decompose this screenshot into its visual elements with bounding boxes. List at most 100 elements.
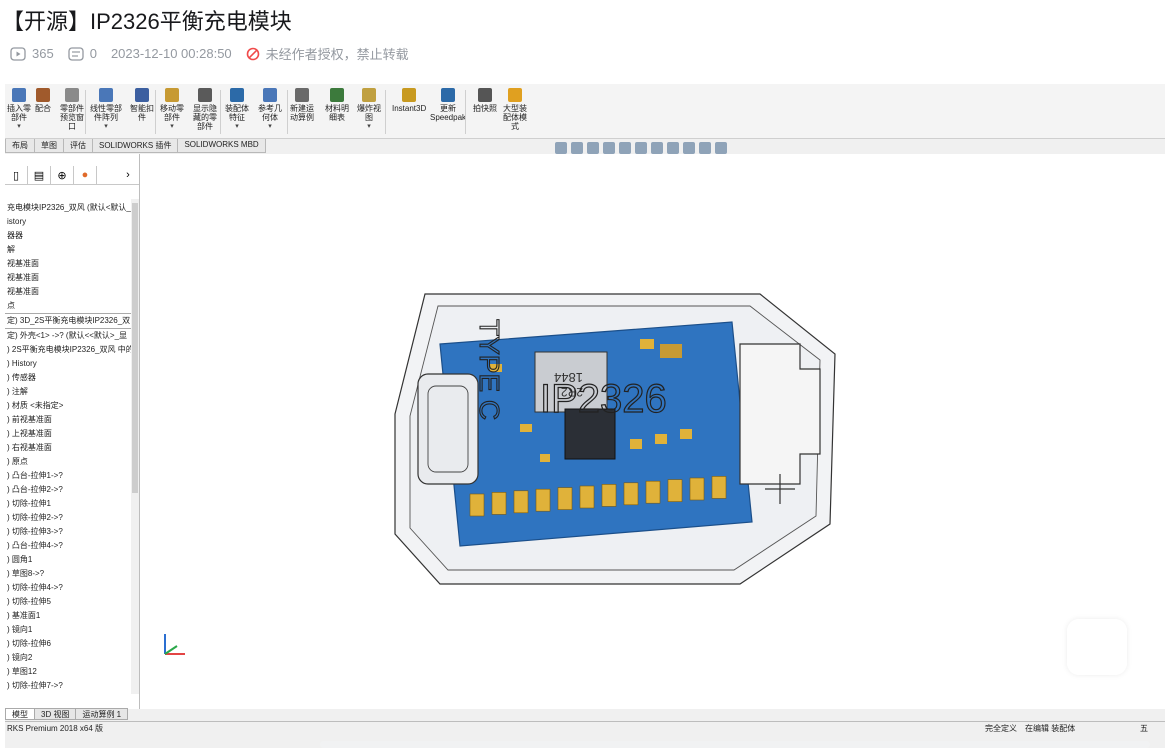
- scene-icon[interactable]: [699, 142, 711, 154]
- ribbon-dropdown-arrow[interactable]: ▾: [170, 122, 174, 131]
- tree-item[interactable]: ) 切除-拉伸4->?: [5, 581, 131, 595]
- tree-item[interactable]: ) 镜向2: [5, 651, 131, 665]
- configuration-tab-icon[interactable]: ⊕: [51, 166, 74, 184]
- ribbon-button-15[interactable]: 大型装 配体模 式: [503, 88, 527, 131]
- tree-item[interactable]: ) 切除-拉伸6: [5, 637, 131, 651]
- video-meta: 365 0 2023-12-10 00:28:50 未经作者授权，禁止转载: [10, 44, 423, 63]
- feature-tree-scrollbar[interactable]: [131, 199, 139, 694]
- tree-item[interactable]: ) 凸台-拉伸2->?: [5, 483, 131, 497]
- tree-item[interactable]: ) History: [5, 357, 131, 371]
- ribbon-button-14[interactable]: 拍快照: [473, 88, 497, 113]
- ribbon-dropdown-arrow[interactable]: ▾: [367, 122, 371, 131]
- tab-2[interactable]: 评估: [63, 139, 93, 153]
- tree-item[interactable]: ) 前视基准面: [5, 413, 131, 427]
- tab-4[interactable]: SOLIDWORKS MBD: [177, 139, 266, 153]
- ribbon-button-6[interactable]: 显示隐 藏的零 部件: [193, 88, 217, 131]
- ribbon-label-4: 智能扣 件: [130, 104, 154, 122]
- dynamic-annotation-icon[interactable]: [619, 142, 631, 154]
- tree-item[interactable]: ) 2S平衡充电模块IP2326_双风 中的: [5, 343, 131, 357]
- ribbon-button-13[interactable]: 更新 Speedpak: [430, 88, 466, 122]
- ribbon-button-3[interactable]: 线性零部 件阵列 ▾: [90, 88, 122, 131]
- display-style-icon[interactable]: [651, 142, 663, 154]
- ribbon-button-9[interactable]: 新建运 动算例: [290, 88, 314, 122]
- edit-appearance-icon[interactable]: [683, 142, 695, 154]
- zoom-fit-icon[interactable]: [555, 142, 567, 154]
- tree-item[interactable]: 充电模块IP2326_双风 (默认<默认_: [5, 201, 131, 215]
- tree-item[interactable]: 定) 外壳<1> ->? (默认<<默认>_显: [5, 329, 131, 343]
- hide-show-icon[interactable]: [667, 142, 679, 154]
- tree-item[interactable]: ) 原点: [5, 455, 131, 469]
- comment-bar: [320, 741, 1150, 748]
- ribbon-button-7[interactable]: 装配体 特征 ▾: [225, 88, 249, 131]
- tree-item[interactable]: ) 凸台-拉伸1->?: [5, 469, 131, 483]
- tree-item[interactable]: istory: [5, 215, 131, 229]
- view-settings-icon[interactable]: [715, 142, 727, 154]
- bottom-tab-2[interactable]: 运动算例 1: [75, 708, 129, 720]
- tree-item[interactable]: ) 材质 <未指定>: [5, 399, 131, 413]
- property-manager-tab-icon[interactable]: ▤: [28, 166, 51, 184]
- ribbon-button-12[interactable]: Instant3D: [392, 88, 426, 113]
- ip2326-label: IP2326: [540, 377, 667, 421]
- section-view-icon[interactable]: [603, 142, 615, 154]
- tree-item[interactable]: ) 圆角1: [5, 553, 131, 567]
- feature-tree-tab-icon[interactable]: ▯: [5, 166, 28, 184]
- tree-item[interactable]: ) 切除-拉伸5: [5, 595, 131, 609]
- ribbon-dropdown-arrow[interactable]: ▾: [104, 122, 108, 131]
- ime-indicator[interactable]: 五: [1140, 723, 1148, 734]
- tree-item[interactable]: 器器: [5, 229, 131, 243]
- ribbon-label-12: Instant3D: [392, 104, 427, 113]
- graphics-viewport[interactable]: 1844 2R2 IP2326 TYPE C: [140, 154, 1165, 709]
- type-c-label: TYPE C: [474, 319, 505, 420]
- appearance-tab-icon[interactable]: ●: [74, 166, 97, 184]
- tree-item[interactable]: ) 草图12: [5, 665, 131, 679]
- tree-item[interactable]: ) 切除-拉伸1: [5, 497, 131, 511]
- tree-item[interactable]: ) 传感器: [5, 371, 131, 385]
- danmaku-count-value: 0: [89, 46, 97, 61]
- play-button[interactable]: [1067, 619, 1127, 675]
- view-orientation-icon[interactable]: [635, 142, 647, 154]
- tree-item[interactable]: 视基准面: [5, 257, 131, 271]
- ribbon-button-8[interactable]: 参考几 何体 ▾: [258, 88, 282, 131]
- ribbon-dropdown-arrow[interactable]: ▾: [17, 122, 21, 131]
- tree-item[interactable]: ) 镜向1: [5, 623, 131, 637]
- tree-item[interactable]: ) 切除-拉伸2->?: [5, 511, 131, 525]
- tree-item[interactable]: ) 切除-拉伸3->?: [5, 525, 131, 539]
- ribbon-button-0[interactable]: 插入零 部件 ▾: [7, 88, 31, 131]
- ribbon-button-10[interactable]: 材料明 细表: [325, 88, 349, 122]
- tree-item[interactable]: ) 注解: [5, 385, 131, 399]
- tree-item[interactable]: 视基准面: [5, 271, 131, 285]
- tree-item[interactable]: 解: [5, 243, 131, 257]
- ribbon-dropdown-arrow[interactable]: ▾: [268, 122, 272, 131]
- tree-item[interactable]: ) 上视基准面: [5, 427, 131, 441]
- tree-item[interactable]: ) 草图8->?: [5, 567, 131, 581]
- ribbon-dropdown-arrow[interactable]: ▾: [235, 122, 239, 131]
- ribbon-button-1[interactable]: 配合: [35, 88, 51, 113]
- bottom-tab-1[interactable]: 3D 视图: [34, 708, 77, 720]
- tree-item[interactable]: 定) 3D_2S平衡充电模块IP2326_双: [5, 313, 131, 329]
- solder-pad: [579, 485, 595, 509]
- panel-expand-icon[interactable]: ›: [117, 166, 139, 184]
- bottom-tab-0[interactable]: 模型: [5, 708, 35, 720]
- zoom-area-icon[interactable]: [571, 142, 583, 154]
- previous-view-icon[interactable]: [587, 142, 599, 154]
- ribbon-button-11[interactable]: 爆炸视 图 ▾: [357, 88, 381, 131]
- tree-item[interactable]: ) 基准面1: [5, 609, 131, 623]
- tree-item[interactable]: ) 切除-拉伸7->?: [5, 679, 131, 693]
- tab-3[interactable]: SOLIDWORKS 插件: [92, 139, 179, 153]
- tab-0[interactable]: 布局: [5, 139, 35, 153]
- tree-item[interactable]: 点: [5, 299, 131, 313]
- ribbon-button-4[interactable]: 智能扣 件: [130, 88, 154, 122]
- ribbon-button-5[interactable]: 移动零 部件 ▾: [160, 88, 184, 131]
- tab-1[interactable]: 草图: [34, 139, 64, 153]
- video-player[interactable]: 插入零 部件 ▾ 配合 零部件 预览窗 口线性零部 件阵列 ▾ 智能扣 件移动零 部件 ▾ 显…: [5, 84, 1165, 748]
- solder-pad: [689, 477, 705, 501]
- tree-item[interactable]: 视基准面: [5, 285, 131, 299]
- ribbon-icon-7: [230, 88, 244, 102]
- publish-datetime: 2023-12-10 00:28:50: [110, 46, 232, 61]
- ribbon-button-2[interactable]: 零部件 预览窗 口: [60, 88, 84, 131]
- tree-item[interactable]: ) 凸台-拉伸4->?: [5, 539, 131, 553]
- ribbon-icon-6: [198, 88, 212, 102]
- tree-item[interactable]: ) 右视基准面: [5, 441, 131, 455]
- ribbon-separator: [465, 90, 466, 134]
- solder-pad: [645, 480, 661, 504]
